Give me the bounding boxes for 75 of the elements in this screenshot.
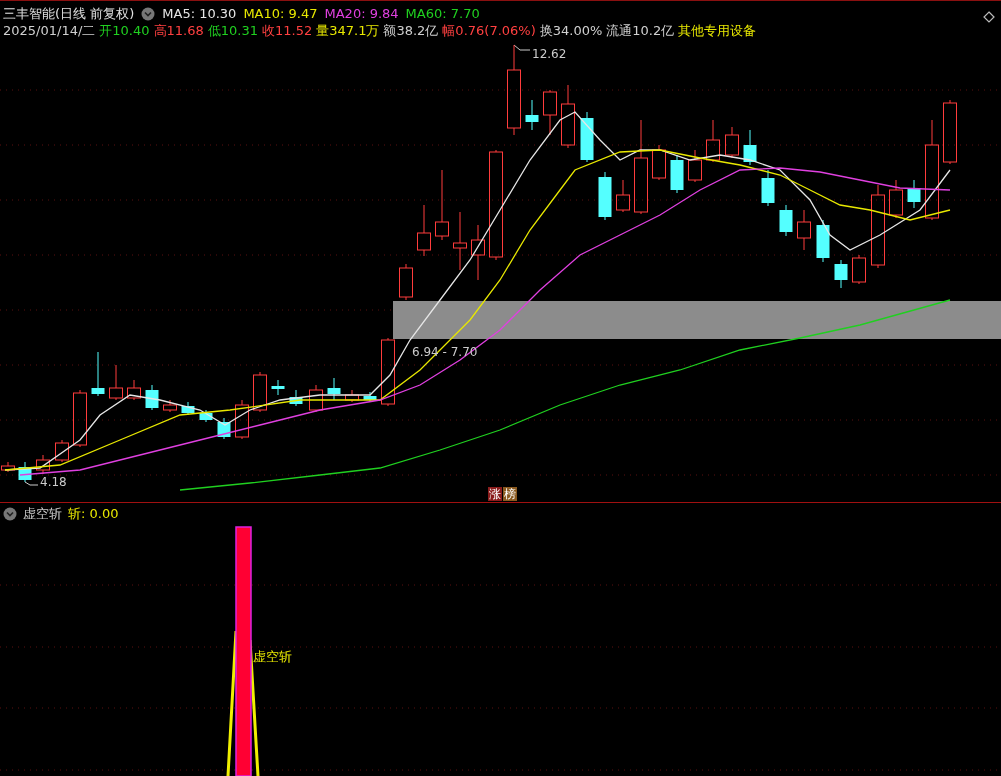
candlestick xyxy=(779,204,793,237)
candlestick xyxy=(181,401,195,416)
candlestick xyxy=(561,84,575,149)
candlestick xyxy=(852,254,866,285)
ma-value: MA10: 9.47 xyxy=(243,6,318,21)
ma-value: MA60: 7.70 xyxy=(405,6,480,21)
quote-value: 换34.00% xyxy=(539,21,603,40)
candlestick xyxy=(652,144,666,181)
candlestick xyxy=(706,119,720,163)
dropdown-icon[interactable] xyxy=(3,507,17,521)
candlestick xyxy=(943,99,957,165)
candlestick xyxy=(381,337,395,407)
candlestick xyxy=(127,379,141,401)
candlestick xyxy=(199,409,213,423)
candlestick xyxy=(73,389,87,448)
stock-title: 三丰智能(日线 前复权) xyxy=(3,4,135,23)
diamond-icon[interactable] xyxy=(983,11,995,23)
quote-value: 量347.1万 xyxy=(316,21,380,40)
candlestick xyxy=(163,399,177,413)
candlestick xyxy=(91,351,105,397)
low-price-label: 4.18 xyxy=(40,475,67,489)
candlestick xyxy=(417,204,431,257)
leader-line xyxy=(24,481,39,486)
rank-badge[interactable]: 榜 xyxy=(503,487,517,501)
ma-value: MA5: 10.30 xyxy=(162,6,237,21)
candlestick xyxy=(55,439,69,463)
indicator-value: 斩: 0.00 xyxy=(68,505,119,523)
candlestick xyxy=(253,371,267,413)
candlestick xyxy=(525,99,539,131)
candlestick xyxy=(36,454,50,475)
candlestick xyxy=(797,209,811,251)
candlestick xyxy=(327,377,341,401)
candlestick xyxy=(580,111,594,163)
candlestick xyxy=(907,179,921,209)
candlestick xyxy=(598,171,612,221)
candlestick xyxy=(289,389,303,407)
quote-value: 幅0.76(7.06%) xyxy=(442,21,536,40)
high-price-label: 12.62 xyxy=(532,47,567,61)
quote-value: 开10.40 xyxy=(99,21,150,40)
candlestick xyxy=(1,461,15,473)
candlestick xyxy=(889,179,903,219)
candlestick xyxy=(471,224,485,281)
candlestick xyxy=(725,126,739,159)
candlestick xyxy=(688,149,702,183)
quote-value: 其他专用设备 xyxy=(678,21,757,40)
candlestick xyxy=(670,154,684,194)
rank-badge[interactable]: 涨 xyxy=(488,487,502,501)
candlestick xyxy=(271,379,285,396)
candlestick xyxy=(109,364,123,401)
candlestick xyxy=(616,179,630,213)
quote-value: 流通10.2亿 xyxy=(606,21,675,40)
candlestick xyxy=(399,263,413,301)
quote-value: 收11.52 xyxy=(261,21,313,40)
candlestick xyxy=(543,89,557,136)
candlestick xyxy=(435,169,449,241)
candlestick xyxy=(217,417,231,440)
candlestick xyxy=(309,384,323,413)
candlestick xyxy=(145,384,159,411)
candlestick xyxy=(235,399,249,440)
quote-value: 高11.68 xyxy=(153,21,204,40)
quote-value: 2025/01/14/二 xyxy=(3,21,96,40)
signal-label: 虚空斩 xyxy=(253,648,292,666)
candlestick xyxy=(816,219,830,263)
quote-value: 低10.31 xyxy=(207,21,258,40)
candlestick xyxy=(761,169,775,207)
quote-value: 额38.2亿 xyxy=(383,21,439,40)
candlestick xyxy=(453,211,467,271)
candlestick xyxy=(18,461,32,483)
candlestick xyxy=(834,259,848,289)
candlestick xyxy=(743,129,757,166)
candlestick xyxy=(345,389,359,403)
ma-value: MA20: 9.84 xyxy=(324,6,399,21)
dropdown-icon[interactable] xyxy=(141,6,156,21)
leader-line xyxy=(513,44,531,51)
indicator-name: 虚空斩 xyxy=(23,505,62,523)
